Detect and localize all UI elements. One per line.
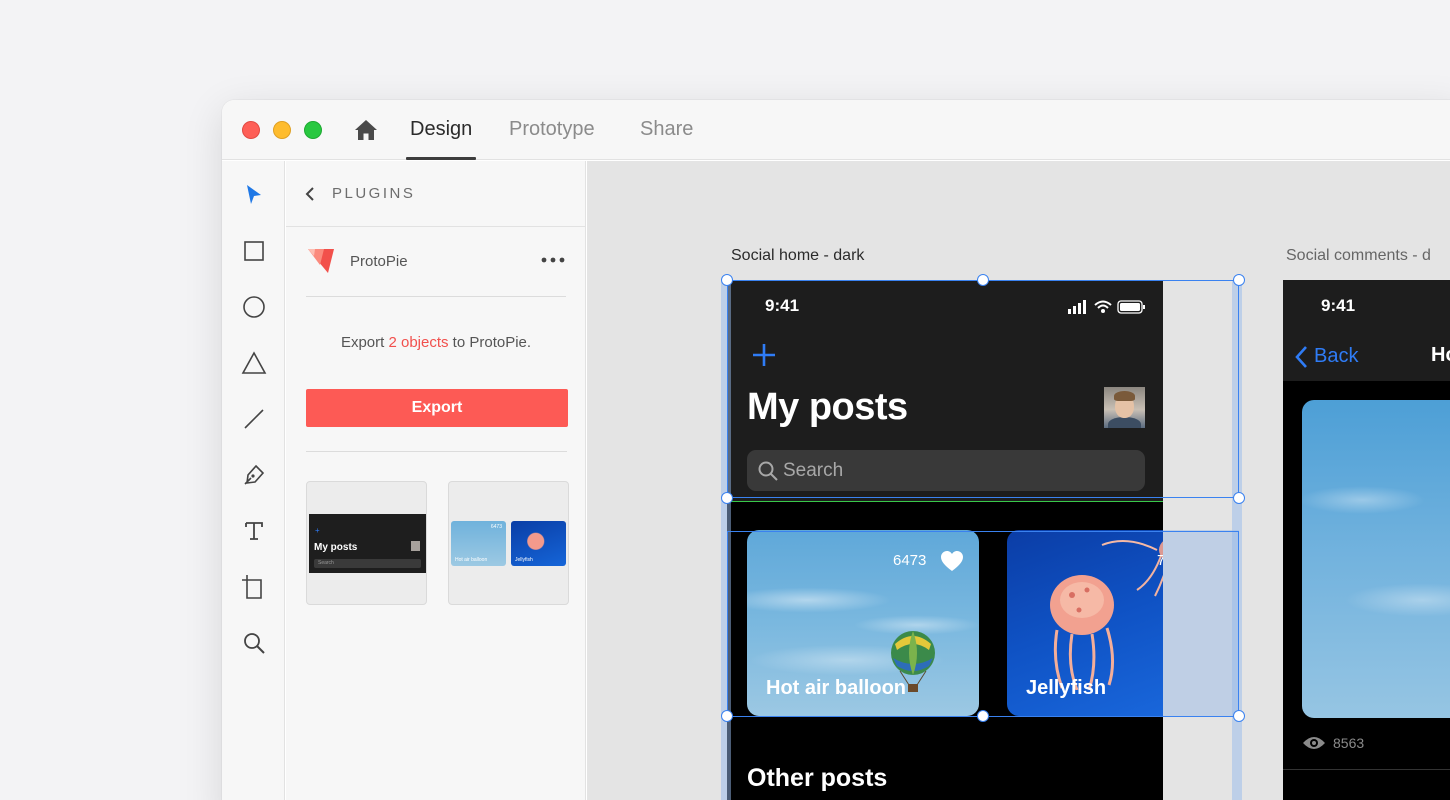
chevron-left-icon[interactable] <box>304 187 316 201</box>
rectangle-icon <box>244 241 264 261</box>
home-icon[interactable] <box>353 117 379 143</box>
divider <box>1283 769 1450 770</box>
tab-design[interactable]: Design <box>405 118 477 160</box>
panel-header: PLUGINS <box>286 161 585 227</box>
card-title: Jellyfish <box>1026 677 1107 699</box>
text-icon <box>245 522 263 540</box>
avatar[interactable] <box>1104 387 1145 428</box>
resize-handle[interactable] <box>721 710 733 722</box>
page-title: Ho <box>1431 344 1450 366</box>
triangle-icon <box>241 351 267 374</box>
post-image <box>1302 400 1450 718</box>
zoom-icon <box>244 633 265 654</box>
tool-bar <box>222 161 285 800</box>
search-placeholder: Search <box>783 460 844 481</box>
artboard-label[interactable]: Social comments - d <box>1286 247 1431 265</box>
section-title: Other posts <box>747 764 888 792</box>
plus-icon: + <box>315 526 320 535</box>
selection-band <box>721 280 731 800</box>
thumbnail-preview: + My posts Search <box>309 514 426 573</box>
pen-tool[interactable] <box>240 461 268 489</box>
ellipse-icon <box>243 296 265 318</box>
app-window: Design Prototype Share PLUGINS ProtoPie … <box>222 100 1450 800</box>
export-thumbnail-header[interactable]: + My posts Search <box>306 481 427 605</box>
title-bar: Design Prototype Share <box>222 100 1450 160</box>
close-window-button[interactable] <box>242 121 260 139</box>
artboard-social-home[interactable]: 9:41 My posts Search 6473 Hot air balloo… <box>727 280 1163 800</box>
text-tool[interactable] <box>240 517 268 545</box>
card-title: Hot air balloon <box>766 677 906 699</box>
jellyfish-image <box>1050 575 1114 690</box>
divider <box>306 451 567 452</box>
export-thumbnail-cards[interactable]: 6473 Hot air balloon Jellyfish <box>448 481 569 605</box>
artboard-label[interactable]: Social home - dark <box>731 247 864 265</box>
tab-share[interactable]: Share <box>640 118 693 160</box>
mini-card-jellyfish: Jellyfish <box>511 521 566 566</box>
mini-card-label: Hot air balloon <box>455 557 488 563</box>
minimize-window-button[interactable] <box>273 121 291 139</box>
panel-title: PLUGINS <box>332 185 416 202</box>
resize-handle[interactable] <box>721 492 733 504</box>
like-count: 6473 <box>893 552 927 569</box>
line-icon <box>244 409 264 429</box>
select-tool[interactable] <box>240 181 268 209</box>
resize-handle[interactable] <box>1233 274 1245 286</box>
export-prefix: Export <box>340 334 389 351</box>
phone-header[interactable]: 9:41 My posts Search <box>727 280 1163 502</box>
back-button[interactable]: Back <box>1314 345 1358 368</box>
pointer-icon <box>247 185 261 204</box>
plugins-panel: PLUGINS ProtoPie Export 2 objects to Pro… <box>286 161 586 800</box>
export-suffix: to ProtoPie. <box>448 334 532 351</box>
view-count: 8563 <box>1333 735 1365 751</box>
more-options-icon[interactable] <box>540 253 566 267</box>
resize-handle[interactable] <box>977 274 989 286</box>
artboard-icon <box>242 575 262 599</box>
thumbnail-title: My posts <box>314 542 358 553</box>
status-time: 9:41 <box>1321 296 1356 315</box>
artboard-social-comments[interactable]: 9:41 Back Ho 8563 <box>1283 280 1450 800</box>
status-icons <box>1068 300 1145 314</box>
plugin-row: ProtoPie <box>306 245 566 297</box>
post-card-jellyfish[interactable]: 7483 Jellyfish <box>1007 530 1163 716</box>
selection-overflow <box>1163 530 1239 716</box>
design-canvas[interactable]: Social home - dark Social comments - d 9… <box>587 161 1450 800</box>
avatar <box>411 541 420 551</box>
artboard-tool[interactable] <box>240 573 268 601</box>
rectangle-tool[interactable] <box>240 237 268 265</box>
search-input[interactable]: Search <box>747 450 1145 491</box>
maximize-window-button[interactable] <box>304 121 322 139</box>
plus-icon[interactable] <box>751 342 777 368</box>
page-title: My posts <box>747 386 908 428</box>
thumbnail-search: Search <box>314 559 421 568</box>
resize-handle[interactable] <box>1233 492 1245 504</box>
avatar-shirt <box>1108 417 1141 428</box>
mini-card-label: Jellyfish <box>515 557 533 563</box>
mini-card-balloon: 6473 Hot air balloon <box>451 521 506 566</box>
selection-band <box>1232 280 1242 800</box>
eye-icon <box>1303 737 1325 749</box>
ellipse-tool[interactable] <box>240 293 268 321</box>
heart-icon[interactable] <box>940 550 964 572</box>
avatar-hair <box>1114 391 1135 401</box>
resize-handle[interactable] <box>721 274 733 286</box>
protopie-logo-icon <box>308 249 334 273</box>
export-description: Export 2 objects to ProtoPie. <box>286 334 586 351</box>
pen-icon <box>244 464 265 485</box>
polygon-tool[interactable] <box>240 349 268 377</box>
search-icon <box>758 461 778 481</box>
zoom-tool[interactable] <box>240 629 268 657</box>
resize-handle[interactable] <box>977 710 989 722</box>
tab-prototype[interactable]: Prototype <box>509 118 595 160</box>
phone-header[interactable]: 9:41 Back Ho <box>1283 280 1450 381</box>
line-tool[interactable] <box>240 405 268 433</box>
plugin-name: ProtoPie <box>350 253 408 270</box>
mini-card-count: 6473 <box>490 524 502 530</box>
export-button[interactable]: Export <box>306 389 568 427</box>
export-object-count: 2 objects <box>388 334 449 351</box>
resize-handle[interactable] <box>1233 710 1245 722</box>
post-card-balloon[interactable]: 6473 Hot air balloon <box>747 530 979 716</box>
status-time: 9:41 <box>765 296 800 315</box>
